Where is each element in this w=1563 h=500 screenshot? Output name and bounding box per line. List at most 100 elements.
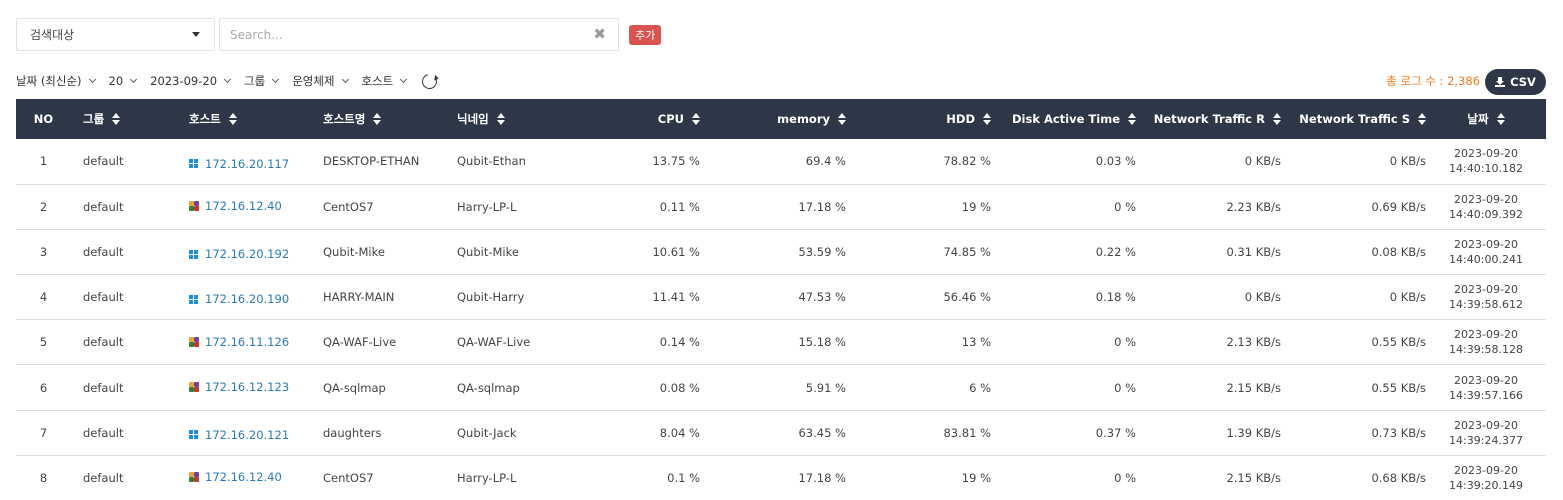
column-header-nickname[interactable]: 닉네임 — [445, 99, 575, 139]
table-row: 4 default 172.16.20.190 HARRY-MAIN Qubit… — [16, 275, 1546, 320]
column-header-network-traffic-s[interactable]: Network Traffic S — [1281, 99, 1426, 139]
cell-network-traffic-r: 0.31 KB/s — [1226, 244, 1281, 259]
host-link[interactable]: 172.16.20.190 — [189, 292, 289, 306]
cell-host: 172.16.20.190 — [177, 275, 311, 320]
cell-no: 6 — [39, 380, 48, 395]
header-label: Network Traffic R — [1153, 112, 1265, 126]
date-value: 2023-09-20 — [1454, 147, 1518, 161]
cell-cpu: 8.04 % — [659, 425, 700, 440]
cell-hostname: daughters — [323, 425, 382, 440]
csv-download-button[interactable]: CSV — [1485, 69, 1546, 95]
cell-date: 2023-09-20 14:39:57.166 — [1426, 365, 1546, 410]
filter-label: 운영체제 — [292, 74, 335, 88]
filter-page-size[interactable]: 20 — [109, 74, 138, 88]
date-value: 2023-09-20 — [1454, 283, 1518, 297]
sort-icon[interactable] — [373, 113, 382, 125]
cell-network-traffic-r: 2.13 KB/s — [1226, 335, 1281, 350]
column-header-group[interactable]: 그룹 — [71, 99, 177, 139]
time-value: 14:40:10.182 — [1449, 162, 1523, 176]
search-input[interactable] — [230, 27, 570, 42]
cell-host: 172.16.20.117 — [177, 139, 311, 184]
sort-icon[interactable] — [692, 113, 700, 125]
column-header-disk-active-time[interactable]: Disk Active Time — [991, 99, 1136, 139]
cell-hdd: 19 % — [961, 470, 991, 485]
sort-icon[interactable] — [1496, 113, 1505, 125]
cell-no: 4 — [39, 290, 48, 305]
chevron-down-icon — [400, 75, 408, 84]
header-label: Disk Active Time — [1011, 112, 1120, 126]
host-ip: 172.16.12.40 — [205, 199, 282, 214]
date-value: 2023-09-20 — [1454, 237, 1518, 251]
sort-icon[interactable] — [983, 113, 991, 125]
cell-nickname: Harry-LP-L — [457, 470, 517, 485]
cell-cpu: 11.41 % — [652, 290, 700, 305]
column-header-network-traffic-r[interactable]: Network Traffic R — [1136, 99, 1281, 139]
sort-icon[interactable] — [228, 113, 237, 125]
sort-icon[interactable] — [112, 113, 121, 125]
cell-network-traffic-r: 2.15 KB/s — [1226, 380, 1281, 395]
cell-date: 2023-09-20 14:39:20.149 — [1426, 455, 1546, 500]
cell-memory: 53.59 % — [798, 244, 846, 259]
search-target-label: 검색대상 — [30, 28, 75, 42]
sort-icon[interactable] — [496, 113, 505, 125]
host-link[interactable]: 172.16.11.126 — [189, 335, 289, 349]
host-link[interactable]: 172.16.20.117 — [189, 157, 289, 171]
table-row: 8 default 172.16.12.40 CentOS7 Harry-LP-… — [16, 455, 1546, 500]
add-button[interactable]: 추가 — [629, 24, 662, 45]
cell-group: default — [83, 290, 124, 305]
sort-icon[interactable] — [838, 113, 846, 125]
filter-host[interactable]: 호스트 — [362, 73, 408, 89]
time-value: 14:39:24.377 — [1449, 433, 1523, 447]
linux-icon — [189, 472, 199, 483]
column-header-hdd[interactable]: HDD — [846, 99, 991, 139]
column-header-host[interactable]: 호스트 — [177, 99, 311, 139]
cell-host: 172.16.12.40 — [177, 184, 311, 229]
clear-icon[interactable]: ✖ — [593, 27, 606, 42]
windows-icon — [189, 249, 198, 259]
time-value: 14:39:57.166 — [1449, 388, 1523, 402]
cell-disk-active-time: 0 % — [1114, 380, 1136, 395]
filter-os[interactable]: 운영체제 — [292, 73, 349, 89]
search-target-select[interactable]: 검색대상 — [16, 18, 215, 51]
header-label: 날짜 — [1467, 112, 1489, 126]
windows-icon — [189, 294, 198, 304]
cell-network-traffic-s: 0.08 KB/s — [1371, 244, 1426, 259]
host-link[interactable]: 172.16.12.40 — [189, 470, 282, 484]
cell-date: 2023-09-20 14:39:58.128 — [1426, 320, 1546, 365]
host-link[interactable]: 172.16.12.123 — [189, 380, 289, 394]
sort-icon[interactable] — [1418, 113, 1426, 125]
host-link[interactable]: 172.16.20.192 — [189, 247, 289, 261]
filter-group[interactable]: 그룹 — [244, 73, 280, 89]
filter-label: 그룹 — [244, 74, 266, 88]
header-label: 닉네임 — [457, 112, 489, 126]
table-row: 3 default 172.16.20.192 Qubit-Mike Qubit… — [16, 229, 1546, 275]
cell-nickname: QA-WAF-Live — [457, 335, 531, 350]
cell-cpu: 0.14 % — [659, 335, 700, 350]
sort-icon[interactable] — [1128, 113, 1136, 125]
cell-network-traffic-r: 0 KB/s — [1244, 154, 1281, 169]
column-header-date[interactable]: 날짜 — [1426, 99, 1546, 139]
cell-hdd: 56.46 % — [943, 290, 991, 305]
cell-memory: 15.18 % — [798, 335, 846, 350]
cell-memory: 69.4 % — [805, 154, 846, 169]
total-log-count: 총 로그 수 : 2,386 — [1386, 74, 1480, 88]
host-link[interactable]: 172.16.20.121 — [189, 428, 289, 442]
cell-nickname: Qubit-Mike — [457, 244, 519, 259]
filter-bar: 날짜 (최신순) 20 2023-09-20 그룹 운영체제 호스트 — [16, 70, 441, 92]
cell-cpu: 13.75 % — [652, 154, 700, 169]
sort-icon[interactable] — [1273, 113, 1281, 125]
linux-icon — [189, 382, 199, 393]
refresh-icon[interactable] — [419, 70, 441, 92]
cell-host: 172.16.11.126 — [177, 320, 311, 365]
column-header-hostname[interactable]: 호스트명 — [311, 99, 445, 139]
host-ip: 172.16.12.40 — [205, 470, 282, 485]
filter-date[interactable]: 2023-09-20 — [150, 74, 232, 88]
host-ip: 172.16.20.121 — [205, 427, 290, 442]
column-header-cpu[interactable]: CPU — [575, 99, 700, 139]
filter-sort-order[interactable]: 날짜 (최신순) — [16, 73, 96, 89]
search-field: ✖ — [219, 18, 619, 51]
host-link[interactable]: 172.16.12.40 — [189, 199, 282, 213]
table-row: 1 default 172.16.20.117 DESKTOP-ETHAN Qu… — [16, 139, 1546, 185]
header-label: CPU — [657, 112, 684, 126]
column-header-memory[interactable]: memory — [700, 99, 846, 139]
